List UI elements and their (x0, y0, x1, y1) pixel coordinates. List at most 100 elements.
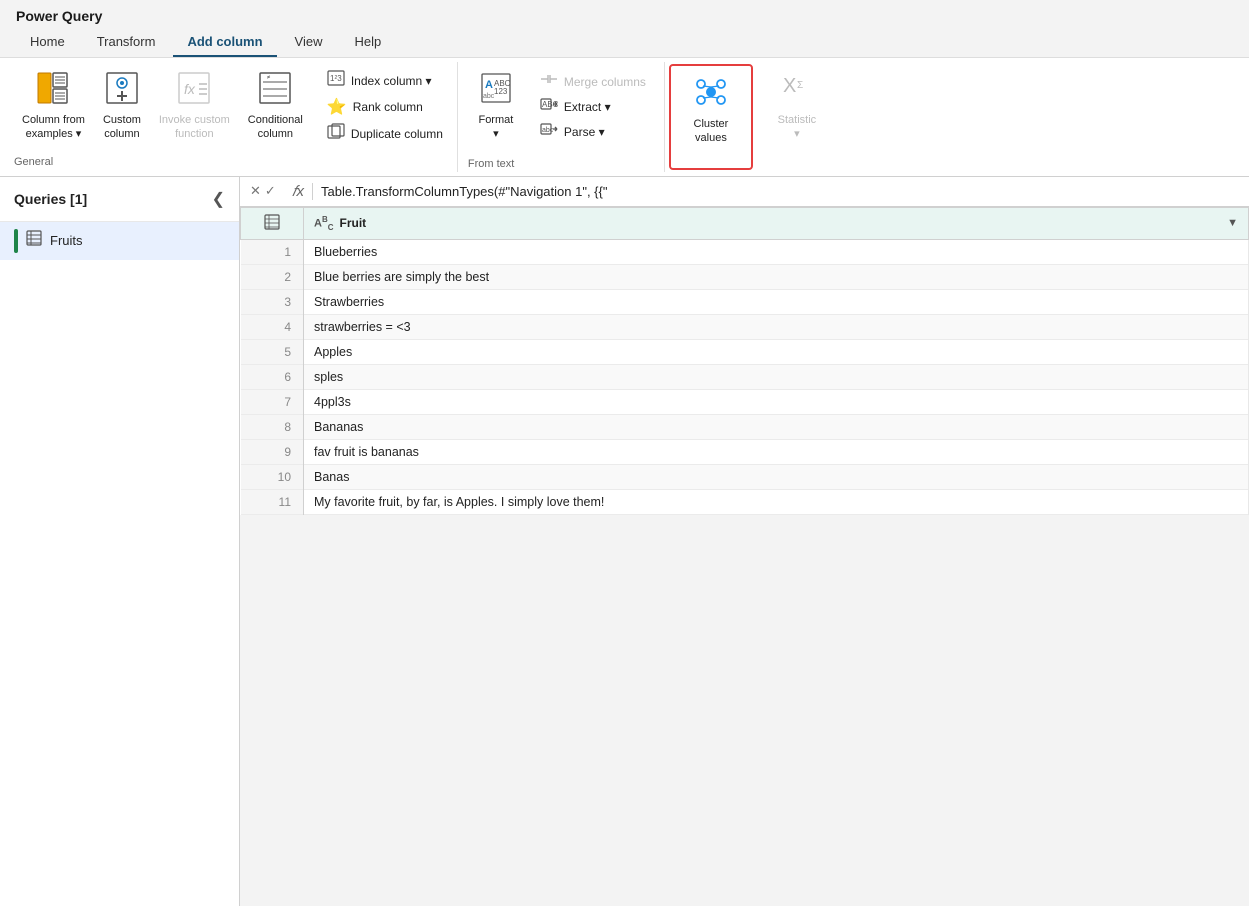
row-num-cell: 10 (241, 464, 304, 489)
fruit-cell: sples (304, 364, 1249, 389)
index-column-icon: 123 (327, 70, 345, 91)
format-label: Format▾ (478, 113, 513, 142)
app-title: Power Query (16, 8, 102, 24)
index-column-label: Index column ▾ (351, 74, 432, 88)
statistic-button[interactable]: Χ Σ Statistic▾ (767, 66, 827, 146)
fruit-cell: Apples (304, 339, 1249, 364)
fruit-cell: Blueberries (304, 239, 1249, 264)
row-num-cell: 7 (241, 389, 304, 414)
table-row: 10 Banas (241, 464, 1249, 489)
conditional-column-label: Conditionalcolumn (248, 113, 303, 142)
merge-columns-icon (540, 72, 558, 91)
fruit-cell: strawberries = <3 (304, 314, 1249, 339)
sidebar-header: Queries [1] ❮ (0, 177, 239, 222)
custom-column-button[interactable]: Customcolumn (95, 66, 149, 146)
svg-text:abc: abc (542, 127, 554, 134)
svg-text:abc: abc (483, 93, 495, 100)
from-text-group-label: From text (468, 154, 654, 170)
fruit-cell: 4ppl3s (304, 389, 1249, 414)
cluster-values-label: Clustervalues (694, 117, 729, 146)
table-row: 5 Apples (241, 339, 1249, 364)
custom-column-icon (104, 70, 140, 111)
duplicate-column-icon (327, 123, 345, 144)
row-num-cell: 9 (241, 439, 304, 464)
svg-text:123: 123 (494, 87, 508, 96)
formula-bar-buttons: ✕ ✓ (250, 183, 276, 199)
svg-text:Χ: Χ (783, 75, 796, 97)
row-num-cell: 5 (241, 339, 304, 364)
sidebar-item-fruits[interactable]: Fruits (0, 222, 239, 260)
parse-button[interactable]: abc Parse ▾ (532, 120, 654, 143)
conditional-column-button[interactable]: ≠ Conditionalcolumn (240, 66, 311, 146)
row-num-cell: 4 (241, 314, 304, 339)
tab-view[interactable]: View (281, 28, 337, 57)
duplicate-column-label: Duplicate column (351, 127, 443, 141)
table-row: 4 strawberries = <3 (241, 314, 1249, 339)
rank-column-icon: ⭐ (327, 97, 347, 117)
merge-columns-button[interactable]: Merge columns (532, 70, 654, 93)
fruit-column-dropdown[interactable]: ▼ (1227, 217, 1238, 229)
fruit-column-label: Fruit (340, 216, 367, 230)
column-from-examples-label: Column fromexamples ▾ (22, 113, 85, 142)
general-group-label: General (14, 152, 451, 168)
index-column-button[interactable]: 123 Index column ▾ (319, 68, 451, 93)
data-area: ✕ ✓ 𝑓x Table.TransformColumnTypes(#"Navi… (240, 177, 1249, 906)
svg-text:123: 123 (330, 74, 342, 83)
svg-text:fx: fx (184, 81, 196, 97)
data-table: ABC Fruit ▼ 1 Blueberries 2 Blue berries… (240, 207, 1249, 515)
extract-icon: ABC (540, 97, 558, 116)
tab-transform[interactable]: Transform (83, 28, 170, 57)
formula-bar-content: Table.TransformColumnTypes(#"Navigation … (321, 184, 1239, 199)
sidebar-item-fruits-label: Fruits (50, 233, 83, 248)
row-num-cell: 3 (241, 289, 304, 314)
parse-label: Parse ▾ (564, 125, 605, 139)
formula-bar-accept[interactable]: ✓ (265, 183, 276, 199)
main-area: Queries [1] ❮ Fruits ✕ ✓ (0, 177, 1249, 906)
invoke-custom-function-label: Invoke customfunction (159, 113, 230, 142)
sidebar-title: Queries [1] (14, 191, 87, 207)
formula-bar-cancel[interactable]: ✕ (250, 183, 261, 199)
statistic-label: Statistic▾ (778, 113, 817, 142)
sidebar-collapse-button[interactable]: ❮ (212, 189, 225, 209)
format-button[interactable]: A ABC 123 abc Format▾ (468, 66, 524, 146)
table-row: 7 4ppl3s (241, 389, 1249, 414)
svg-text:A: A (485, 79, 493, 91)
merge-columns-label: Merge columns (564, 75, 646, 89)
fruit-column-header: ABC Fruit ▼ (304, 207, 1249, 239)
formula-bar: ✕ ✓ 𝑓x Table.TransformColumnTypes(#"Navi… (240, 177, 1249, 207)
data-grid: ABC Fruit ▼ 1 Blueberries 2 Blue berries… (240, 207, 1249, 906)
table-body: 1 Blueberries 2 Blue berries are simply … (241, 239, 1249, 514)
fruit-cell: fav fruit is bananas (304, 439, 1249, 464)
ribbon: Column fromexamples ▾ Customcolumn (0, 58, 1249, 177)
sidebar-item-indicator (14, 229, 18, 253)
cluster-values-button[interactable]: Clustervalues (681, 70, 741, 150)
column-from-examples-button[interactable]: Column fromexamples ▾ (14, 66, 93, 146)
tab-home[interactable]: Home (16, 28, 79, 57)
parse-icon: abc (540, 122, 558, 141)
row-num-cell: 8 (241, 414, 304, 439)
table-row: 2 Blue berries are simply the best (241, 264, 1249, 289)
table-icon (26, 230, 42, 251)
row-num-cell: 11 (241, 489, 304, 514)
invoke-custom-function-button[interactable]: fx Invoke customfunction (151, 66, 238, 146)
rank-column-button[interactable]: ⭐ Rank column (319, 95, 451, 119)
table-row: 6 sples (241, 364, 1249, 389)
col-type-icon: ABC (314, 215, 334, 232)
tab-add-column[interactable]: Add column (173, 28, 276, 57)
row-num-cell: 6 (241, 364, 304, 389)
extract-label: Extract ▾ (564, 100, 611, 114)
row-num-header (241, 207, 304, 239)
custom-column-label: Customcolumn (103, 113, 141, 142)
table-row: 1 Blueberries (241, 239, 1249, 264)
extract-button[interactable]: ABC Extract ▾ (532, 95, 654, 118)
sidebar: Queries [1] ❮ Fruits (0, 177, 240, 906)
table-row: 3 Strawberries (241, 289, 1249, 314)
rank-column-label: Rank column (353, 100, 423, 114)
invoke-custom-function-icon: fx (176, 70, 212, 111)
fruit-cell: Banas (304, 464, 1249, 489)
fruit-cell: Strawberries (304, 289, 1249, 314)
formula-bar-fx: 𝑓x (284, 183, 313, 200)
duplicate-column-button[interactable]: Duplicate column (319, 121, 451, 146)
tab-help[interactable]: Help (341, 28, 396, 57)
row-num-cell: 1 (241, 239, 304, 264)
